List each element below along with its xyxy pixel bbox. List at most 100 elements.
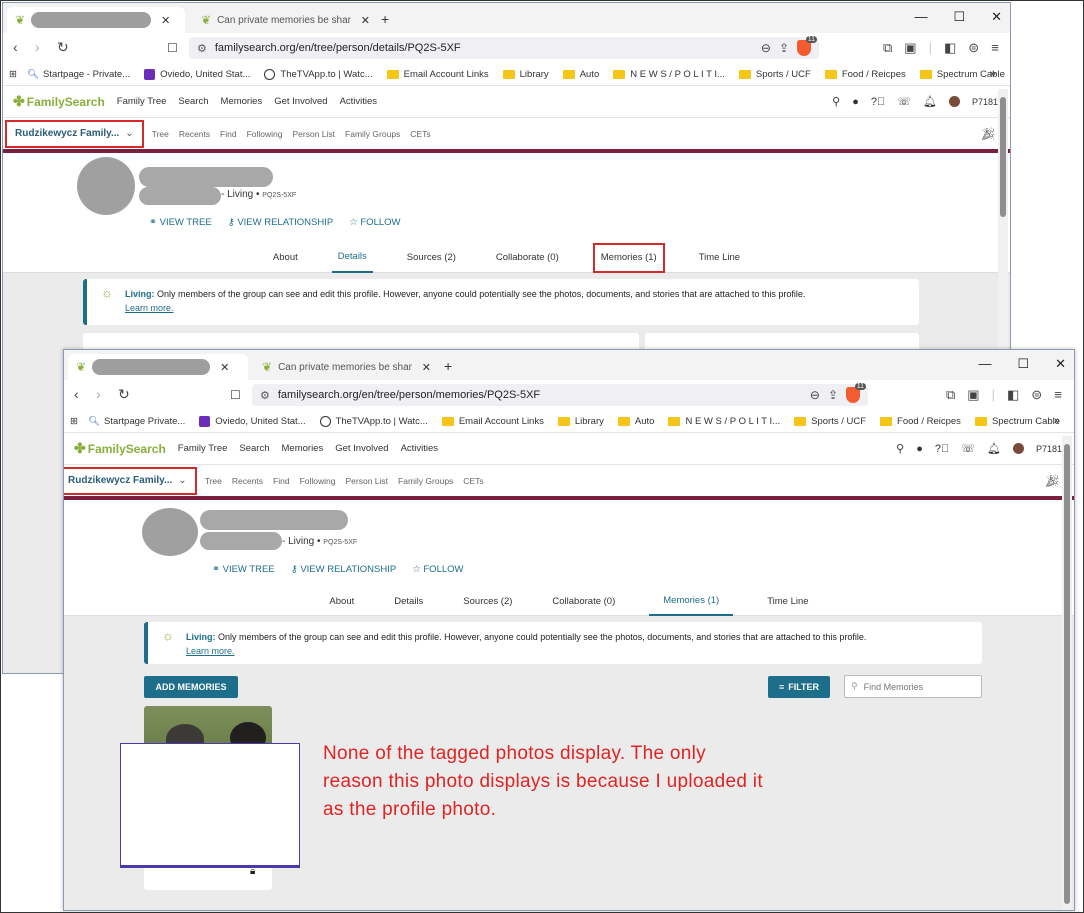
close-tab-icon[interactable]: ✕ (422, 361, 431, 374)
bookmark-news[interactable]: N E W S / P O L I T I... (613, 69, 725, 80)
group-selector[interactable]: Rudzikewycz Family... ⌄ (5, 119, 144, 148)
share-icon[interactable]: ⇪ (779, 41, 789, 55)
nav-activities[interactable]: Activities (340, 96, 377, 107)
subnav-following[interactable]: Following (300, 476, 336, 486)
subnav-find[interactable]: Find (273, 476, 290, 486)
find-memories-input[interactable] (863, 681, 974, 692)
familysearch-logo[interactable]: ✤ FamilySearch (74, 440, 166, 457)
tab-details[interactable]: Details (331, 243, 373, 273)
brave-shield-icon[interactable]: 11 (797, 36, 817, 56)
bookmark-food[interactable]: Food / Reicpes (880, 416, 961, 427)
bookmark-sports[interactable]: Sports / UCF (738, 69, 811, 80)
subnav-find[interactable]: Find (220, 129, 237, 139)
tab-collaborate[interactable]: Collaborate (0) (546, 588, 621, 616)
subnav-cets[interactable]: CETs (463, 476, 483, 486)
tab-sources[interactable]: Sources (2) (457, 588, 518, 616)
back-icon[interactable]: ‹ (74, 386, 79, 402)
user-id[interactable]: P7181 (1036, 444, 1062, 454)
tab-timeline[interactable]: Time Line (693, 243, 746, 273)
brave-shield-icon[interactable]: 11 (846, 383, 866, 403)
learn-more-link[interactable]: Learn more. (186, 646, 235, 656)
tab-sources[interactable]: Sources (2) (401, 243, 462, 273)
notifications-icon[interactable]: 🔔︎ (987, 442, 1001, 455)
bookmarks-overflow[interactable]: » (990, 68, 996, 80)
subnav-person-list[interactable]: Person List (346, 476, 389, 486)
location-icon[interactable]: ⚲ (832, 95, 840, 108)
bookmark-news[interactable]: N E W S / P O L I T I... (668, 416, 780, 427)
messages-icon[interactable]: ☏ (897, 95, 911, 108)
group-selector[interactable]: Rudzikewycz Family... ⌄ (64, 466, 197, 495)
reader-icon[interactable]: ▣ (967, 387, 979, 403)
location-icon[interactable]: ⚲ (896, 442, 904, 455)
bookmark-email[interactable]: Email Account Links (441, 416, 544, 427)
vpn-icon[interactable]: ⊜ (1031, 387, 1042, 403)
bookmark-spectrum[interactable]: Spectrum Cable (974, 416, 1060, 427)
menu-icon[interactable]: ≡ (991, 40, 999, 56)
celebrate-icon[interactable]: 🎉︎ (981, 127, 996, 141)
forward-icon[interactable]: › (35, 39, 40, 55)
subnav-cets[interactable]: CETs (410, 129, 430, 139)
tab-about[interactable]: About (323, 588, 360, 616)
globe-icon[interactable]: ● (852, 96, 859, 108)
bookmark-oviedo[interactable]: Oviedo, United Stat... (144, 68, 250, 80)
user-avatar-icon[interactable] (948, 96, 960, 107)
subnav-tree[interactable]: Tree (205, 476, 222, 486)
bookmarks-overflow[interactable]: » (1054, 415, 1060, 427)
forward-icon[interactable]: › (96, 386, 101, 402)
learn-more-link[interactable]: Learn more. (125, 303, 174, 313)
extensions-icon[interactable]: ⧉ (946, 387, 955, 403)
filter-button[interactable]: ≡ FILTER (768, 676, 830, 698)
zoom-icon[interactable]: ⊖ (810, 388, 820, 402)
view-relationship-button[interactable]: ⚷ VIEW RELATIONSHIP (228, 217, 334, 228)
help-icon[interactable]: ?⃝ (935, 443, 949, 455)
nav-get-involved[interactable]: Get Involved (274, 96, 327, 107)
messages-icon[interactable]: ☏ (961, 442, 975, 455)
subnav-family-groups[interactable]: Family Groups (398, 476, 453, 486)
help-icon[interactable]: ?⃝ (871, 96, 885, 108)
tab-collaborate[interactable]: Collaborate (0) (490, 243, 565, 273)
tab-redacted[interactable]: ❦ ✕ (7, 7, 185, 33)
view-tree-button[interactable]: ⚭ VIEW TREE (149, 217, 212, 228)
bookmark-library[interactable]: Library (557, 416, 604, 427)
bookmark-food[interactable]: Food / Reicpes (824, 69, 906, 80)
bookmark-oviedo[interactable]: Oviedo, United Stat... (199, 415, 306, 427)
share-icon[interactable]: ⇪ (828, 388, 838, 402)
follow-button[interactable]: ☆ FOLLOW (412, 564, 463, 575)
tab-forum[interactable]: ❦ Can private memories be shared with ✕ (254, 354, 439, 380)
address-bar[interactable]: ⚙ familysearch.org/en/tree/person/detail… (189, 36, 819, 59)
maximize-button[interactable]: ☐ (953, 9, 965, 25)
bookmark-icon[interactable]: ☐ (230, 388, 241, 402)
nav-get-involved[interactable]: Get Involved (335, 443, 388, 454)
scrollbar[interactable] (1062, 436, 1072, 910)
tab-timeline[interactable]: Time Line (761, 588, 814, 616)
nav-family-tree[interactable]: Family Tree (117, 96, 167, 107)
close-tab-icon[interactable]: ✕ (361, 14, 370, 27)
close-window-button[interactable]: ✕ (991, 9, 1002, 25)
add-memories-button[interactable]: ADD MEMORIES (144, 676, 238, 698)
bookmark-email[interactable]: Email Account Links (386, 69, 489, 80)
minimize-button[interactable]: — (914, 9, 927, 25)
menu-icon[interactable]: ≡ (1054, 387, 1062, 403)
sidebar-icon[interactable]: ◧ (944, 40, 956, 56)
reload-icon[interactable]: ↻ (57, 39, 69, 56)
apps-icon[interactable]: ⊞ (9, 69, 17, 80)
bookmark-tvapp[interactable]: TheTVApp.to | Watc... (264, 68, 373, 80)
user-id[interactable]: P7181 (972, 97, 998, 107)
scroll-thumb[interactable] (1000, 97, 1006, 217)
celebrate-icon[interactable]: 🎉︎ (1045, 474, 1060, 488)
close-window-button[interactable]: ✕ (1055, 356, 1066, 372)
subnav-family-groups[interactable]: Family Groups (345, 129, 400, 139)
tab-about[interactable]: About (267, 243, 304, 273)
new-tab-button[interactable]: + (381, 11, 389, 27)
scroll-thumb[interactable] (1064, 444, 1070, 904)
tab-redacted[interactable]: ❦ ✕ (68, 354, 248, 380)
bookmark-tvapp[interactable]: TheTVApp.to | Watc... (319, 415, 428, 427)
maximize-button[interactable]: ☐ (1017, 356, 1029, 372)
bookmark-startpage[interactable]: 🔍︎ Startpage Private... (88, 416, 185, 427)
follow-button[interactable]: ☆ FOLLOW (349, 217, 400, 228)
reload-icon[interactable]: ↻ (118, 386, 130, 403)
nav-search[interactable]: Search (239, 443, 269, 454)
subnav-tree[interactable]: Tree (152, 129, 169, 139)
address-bar[interactable]: ⚙ familysearch.org/en/tree/person/memori… (252, 383, 868, 406)
globe-icon[interactable]: ● (916, 443, 923, 455)
